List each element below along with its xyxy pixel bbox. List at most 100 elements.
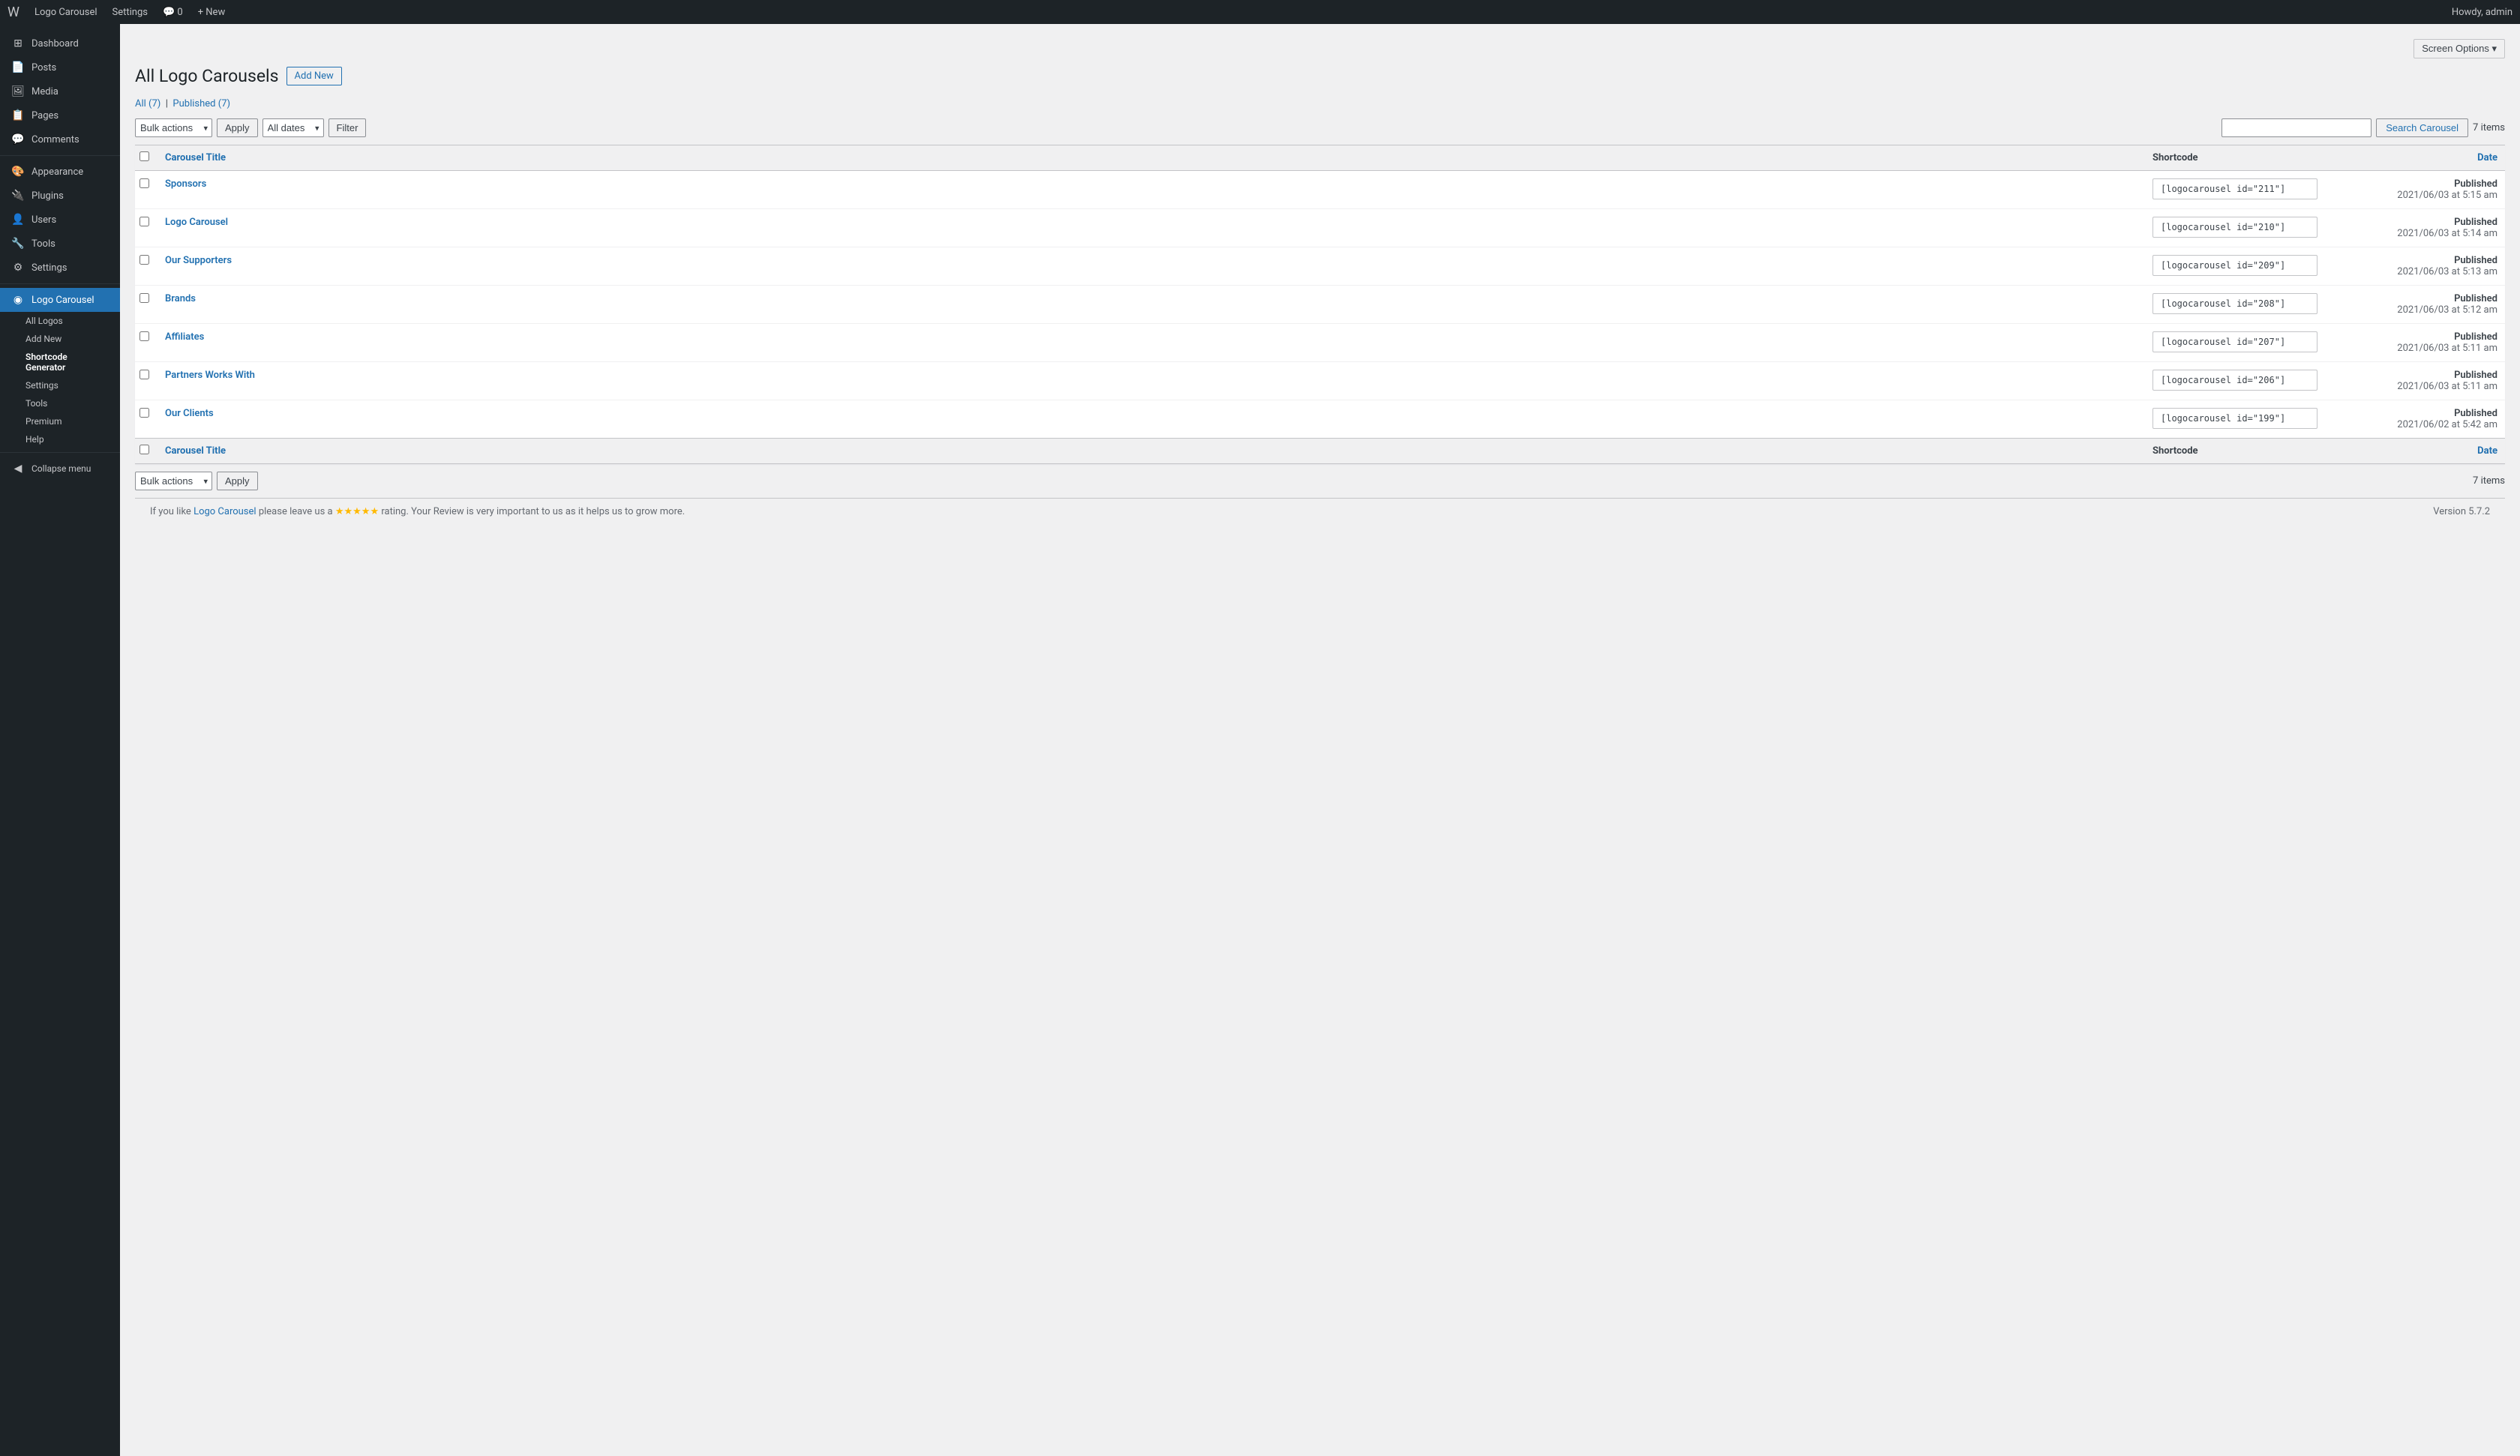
select-all-top-checkbox[interactable] xyxy=(140,151,149,161)
date-status: Published xyxy=(2454,178,2498,190)
sidebar-item-plugins[interactable]: 🔌 Plugins xyxy=(0,184,120,208)
footer-title-link[interactable]: Carousel Title xyxy=(165,445,226,457)
search-carousel-button[interactable]: Search Carousel xyxy=(2376,118,2468,137)
carousel-title-link[interactable]: Logo Carousel xyxy=(165,217,228,228)
row-checkbox[interactable] xyxy=(140,293,149,303)
row-checkbox[interactable] xyxy=(140,255,149,265)
header-checkbox-col xyxy=(135,145,158,171)
sidebar-item-pages[interactable]: 📋 Pages xyxy=(0,103,120,127)
footer-stars: ★★★★★ xyxy=(335,506,379,517)
row-shortcode-cell: [logocarousel id="209"] xyxy=(2145,247,2370,286)
submenu-tools[interactable]: Tools xyxy=(0,394,120,412)
plugins-icon: 🔌 xyxy=(10,190,26,202)
select-all-bottom-checkbox[interactable] xyxy=(140,445,149,454)
posts-icon: 📄 xyxy=(10,61,26,73)
collapse-menu-button[interactable]: ◀ Collapse menu xyxy=(0,457,120,481)
row-checkbox[interactable] xyxy=(140,331,149,341)
sidebar-item-comments[interactable]: 💬 Comments xyxy=(0,127,120,151)
sidebar-item-media[interactable]: 🖼 Media xyxy=(0,79,120,103)
submenu-add-new[interactable]: Add New xyxy=(0,330,120,348)
bulk-actions-bottom-wrap: Bulk actions xyxy=(135,472,212,490)
page-title: All Logo Carousels xyxy=(135,66,279,86)
sidebar-item-label: Tools xyxy=(32,238,56,250)
carousel-title-link[interactable]: Partners Works With xyxy=(165,370,255,381)
adminbar-settings[interactable]: Settings xyxy=(105,0,155,24)
apply-top-button[interactable]: Apply xyxy=(217,118,258,137)
settings-icon: ⚙ xyxy=(10,262,26,274)
sidebar-item-posts[interactable]: 📄 Posts xyxy=(0,55,120,79)
submenu-help[interactable]: Help xyxy=(0,430,120,448)
submenu-settings[interactable]: Settings xyxy=(0,376,120,394)
bulk-actions-bottom-select[interactable]: Bulk actions xyxy=(135,472,212,490)
carousel-title-link[interactable]: Sponsors xyxy=(165,178,206,190)
footer-version: Version 5.7.2 xyxy=(2433,506,2490,517)
shortcode-value: [logocarousel id="206"] xyxy=(2152,370,2318,391)
screen-options-button[interactable]: Screen Options ▾ xyxy=(2414,39,2505,58)
table-row: Sponsors [logocarousel id="211"] Publish… xyxy=(135,171,2505,209)
carousel-title-link[interactable]: Our Clients xyxy=(165,408,214,419)
adminbar-comments[interactable]: 💬 0 xyxy=(155,0,190,24)
filter-all-link[interactable]: All (7) xyxy=(135,98,160,109)
sidebar-item-users[interactable]: 👤 Users xyxy=(0,208,120,232)
wp-footer: If you like Logo Carousel please leave u… xyxy=(135,498,2505,525)
bulk-actions-top-select[interactable]: Bulk actions xyxy=(135,118,212,137)
footer-shortcode-col: Shortcode xyxy=(2145,439,2370,464)
carousel-title-link[interactable]: Affiliates xyxy=(165,331,204,343)
shortcode-value: [logocarousel id="210"] xyxy=(2152,217,2318,238)
carousel-title-link[interactable]: Our Supporters xyxy=(165,255,232,266)
row-checkbox[interactable] xyxy=(140,408,149,418)
filter-links: All (7) | Published (7) xyxy=(135,98,2505,109)
header-date-col: Date xyxy=(2370,145,2505,171)
table-row: Our Clients [logocarousel id="199"] Publ… xyxy=(135,400,2505,439)
sidebar-item-label: Dashboard xyxy=(32,38,79,49)
filter-button[interactable]: Filter xyxy=(328,118,367,137)
apply-bottom-button[interactable]: Apply xyxy=(217,472,258,490)
carousel-title-link[interactable]: Brands xyxy=(165,293,196,304)
row-checkbox[interactable] xyxy=(140,217,149,226)
pages-icon: 📋 xyxy=(10,109,26,121)
shortcode-value: [logocarousel id="209"] xyxy=(2152,255,2318,276)
filter-published-link[interactable]: Published (7) xyxy=(172,98,230,109)
row-checkbox[interactable] xyxy=(140,178,149,188)
header-title-link[interactable]: Carousel Title xyxy=(165,152,226,163)
footer-date-link[interactable]: Date xyxy=(2477,445,2498,457)
header-title-col: Carousel Title xyxy=(158,145,2145,171)
add-new-button[interactable]: Add New xyxy=(286,67,342,85)
sidebar-item-settings[interactable]: ⚙ Settings xyxy=(0,256,120,280)
shortcode-value: [logocarousel id="207"] xyxy=(2152,331,2318,352)
header-shortcode-col: Shortcode xyxy=(2145,145,2370,171)
menu-separator-2 xyxy=(0,283,120,284)
sidebar-item-appearance[interactable]: 🎨 Appearance xyxy=(0,160,120,184)
adminbar-right: Howdy, admin xyxy=(2452,7,2512,18)
row-title-cell: Affiliates xyxy=(158,324,2145,362)
row-checkbox-cell xyxy=(135,286,158,324)
header-date-link[interactable]: Date xyxy=(2477,152,2498,163)
tablenav-top: Bulk actions Apply All dates Filter Sear… xyxy=(135,118,2505,137)
sidebar-item-tools[interactable]: 🔧 Tools xyxy=(0,232,120,256)
date-value: 2021/06/02 at 5:42 am xyxy=(2397,419,2498,430)
adminbar-howdy: Howdy, admin xyxy=(2452,7,2512,18)
row-date-cell: Published 2021/06/03 at 5:13 am xyxy=(2370,247,2505,286)
row-date-cell: Published 2021/06/03 at 5:14 am xyxy=(2370,209,2505,247)
submenu-all-logos[interactable]: All Logos xyxy=(0,312,120,330)
footer-text: If you like Logo Carousel please leave u… xyxy=(150,506,685,517)
date-status: Published xyxy=(2454,370,2498,381)
table-row: Logo Carousel [logocarousel id="210"] Pu… xyxy=(135,209,2505,247)
date-value: 2021/06/03 at 5:12 am xyxy=(2397,304,2498,316)
wp-logo[interactable]: W xyxy=(8,4,20,20)
adminbar-new[interactable]: + New xyxy=(190,0,233,24)
adminbar-site-name[interactable]: Logo Carousel xyxy=(27,0,105,24)
menu-separator-1 xyxy=(0,155,120,156)
footer-plugin-link[interactable]: Logo Carousel xyxy=(194,506,256,517)
submenu-shortcode-generator[interactable]: Shortcode Generator xyxy=(0,348,120,376)
sidebar-item-dashboard[interactable]: ⊞ Dashboard xyxy=(0,31,120,55)
sidebar-item-logo-carousel[interactable]: ◉ Logo Carousel xyxy=(0,288,120,312)
dashboard-icon: ⊞ xyxy=(10,37,26,49)
row-checkbox[interactable] xyxy=(140,370,149,379)
search-input[interactable] xyxy=(2222,118,2372,137)
dates-filter-select[interactable]: All dates xyxy=(262,118,324,137)
row-shortcode-cell: [logocarousel id="207"] xyxy=(2145,324,2370,362)
submenu-premium[interactable]: Premium xyxy=(0,412,120,430)
date-status: Published xyxy=(2454,408,2498,419)
tablenav-bottom: Bulk actions Apply 7 items xyxy=(135,472,2505,490)
